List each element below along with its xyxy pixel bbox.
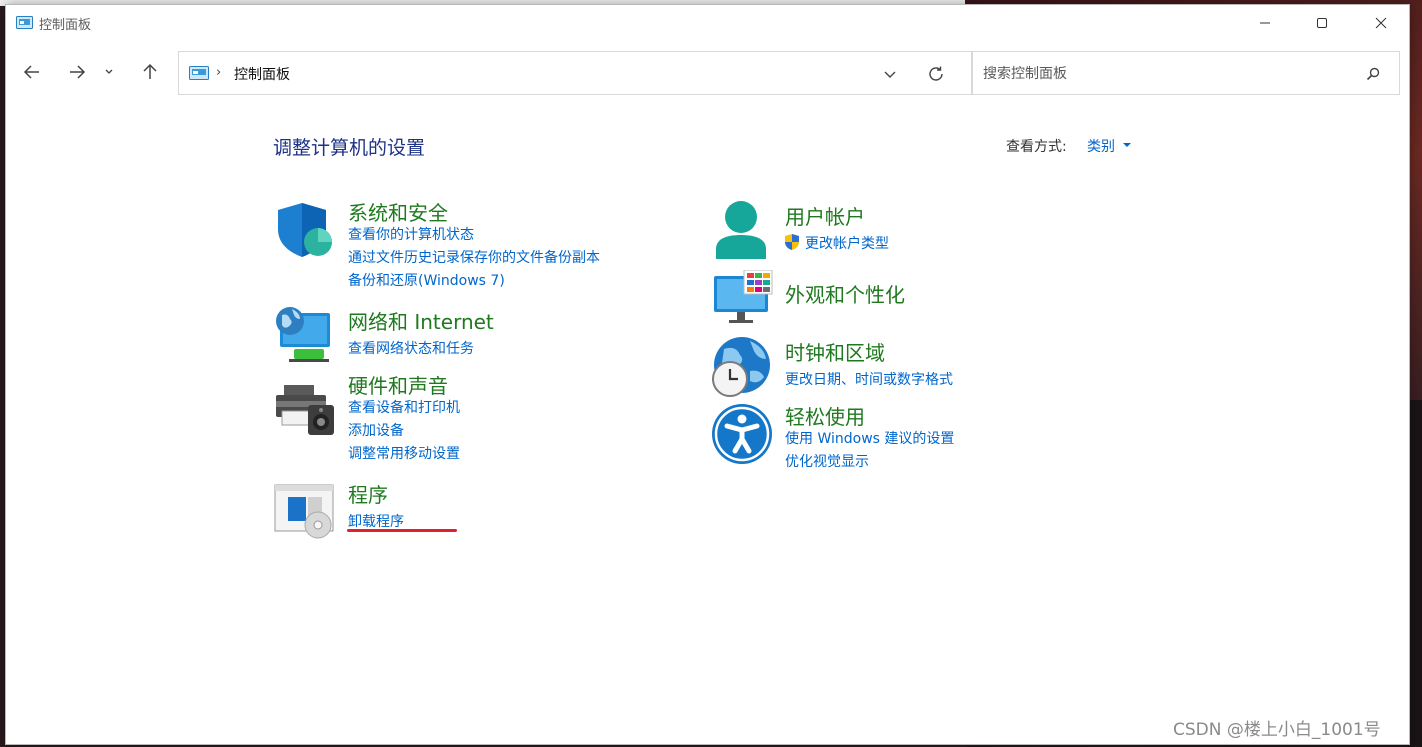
category-title-hardware[interactable]: 硬件和声音 bbox=[348, 370, 448, 399]
chevron-right-icon: › bbox=[216, 65, 222, 80]
globe-clock-icon[interactable] bbox=[710, 335, 772, 399]
up-button[interactable] bbox=[134, 56, 166, 88]
search-box[interactable] bbox=[972, 51, 1400, 95]
search-input[interactable] bbox=[981, 62, 1355, 86]
category-title-appearance[interactable]: 外观和个性化 bbox=[785, 279, 905, 308]
back-button[interactable] bbox=[16, 56, 48, 88]
category-title-programs[interactable]: 程序 bbox=[348, 479, 388, 508]
category-title-ease-of-access[interactable]: 轻松使用 bbox=[785, 401, 865, 430]
caret-down-icon[interactable] bbox=[1123, 143, 1131, 147]
link-network-status-tasks[interactable]: 查看网络状态和任务 bbox=[348, 338, 474, 358]
minimize-button[interactable] bbox=[1236, 5, 1294, 41]
arrow-right-icon bbox=[70, 65, 86, 79]
link-change-account-type[interactable]: 更改帐户类型 bbox=[805, 233, 889, 253]
control-panel-icon bbox=[16, 16, 33, 29]
title-bar[interactable]: 控制面板 bbox=[6, 5, 1409, 41]
control-panel-icon bbox=[189, 66, 209, 80]
refresh-button[interactable] bbox=[924, 62, 948, 86]
control-panel-window: 控制面板 › 控制面板 搜索控制面板 调整计算机的设置 查看方式: 类别 系统和… bbox=[5, 4, 1410, 745]
link-devices-printers[interactable]: 查看设备和打印机 bbox=[348, 397, 460, 417]
watermark: CSDN @楼上小白_1001号 bbox=[1173, 720, 1381, 740]
link-add-device[interactable]: 添加设备 bbox=[348, 420, 404, 440]
globe-monitor-icon[interactable] bbox=[274, 305, 336, 365]
link-uninstall-program[interactable]: 卸载程序 bbox=[348, 511, 404, 531]
printer-speaker-icon[interactable] bbox=[274, 383, 336, 439]
category-title-user-accounts[interactable]: 用户帐户 bbox=[785, 201, 865, 230]
programs-disc-icon[interactable] bbox=[274, 483, 336, 539]
shield-icon[interactable] bbox=[274, 201, 334, 259]
user-icon[interactable] bbox=[712, 199, 770, 261]
maximize-button[interactable] bbox=[1293, 5, 1351, 41]
accessibility-icon[interactable] bbox=[711, 403, 773, 465]
desktop-wallpaper-lower bbox=[1410, 400, 1422, 747]
link-change-date-time-format[interactable]: 更改日期、时间或数字格式 bbox=[785, 369, 953, 389]
navigation-bar: › 控制面板 bbox=[6, 49, 1409, 97]
recent-locations-button[interactable] bbox=[99, 56, 119, 88]
link-windows-recommended-settings[interactable]: 使用 Windows 建议的设置 bbox=[785, 428, 954, 448]
link-view-computer-status[interactable]: 查看你的计算机状态 bbox=[348, 224, 474, 244]
category-title-clock-region[interactable]: 时钟和区域 bbox=[785, 337, 885, 366]
category-title-network[interactable]: 网络和 Internet bbox=[348, 306, 494, 335]
page-title: 调整计算机的设置 bbox=[273, 137, 426, 159]
maximize-icon bbox=[1317, 18, 1327, 28]
monitor-palette-icon[interactable] bbox=[712, 270, 774, 326]
close-icon bbox=[1375, 17, 1387, 29]
window-title: 控制面板 bbox=[39, 18, 92, 33]
chevron-down-icon bbox=[884, 71, 896, 78]
arrow-up-icon bbox=[143, 63, 157, 79]
uac-shield-icon bbox=[785, 234, 799, 250]
link-backup-restore-win7[interactable]: 备份和还原(Windows 7) bbox=[348, 270, 505, 290]
search-icon[interactable] bbox=[1363, 64, 1383, 84]
view-by-dropdown[interactable]: 类别 bbox=[1087, 136, 1115, 156]
view-by-label: 查看方式: bbox=[1006, 139, 1067, 155]
address-dropdown-button[interactable] bbox=[879, 63, 901, 85]
link-optimize-visual-display[interactable]: 优化视觉显示 bbox=[785, 451, 869, 471]
minimize-icon bbox=[1260, 22, 1270, 24]
refresh-icon bbox=[929, 66, 943, 81]
category-title-system-security[interactable]: 系统和安全 bbox=[348, 197, 448, 226]
forward-button[interactable] bbox=[61, 56, 93, 88]
link-mobility-settings[interactable]: 调整常用移动设置 bbox=[348, 443, 460, 463]
link-file-history-backup[interactable]: 通过文件历史记录保存你的文件备份副本 bbox=[348, 247, 600, 267]
address-segment[interactable]: 控制面板 bbox=[234, 64, 290, 84]
close-button[interactable] bbox=[1352, 5, 1410, 41]
chevron-down-icon bbox=[105, 69, 113, 74]
address-bar[interactable]: › 控制面板 bbox=[178, 51, 972, 95]
highlight-underline bbox=[347, 529, 457, 532]
arrow-left-icon bbox=[23, 65, 39, 79]
